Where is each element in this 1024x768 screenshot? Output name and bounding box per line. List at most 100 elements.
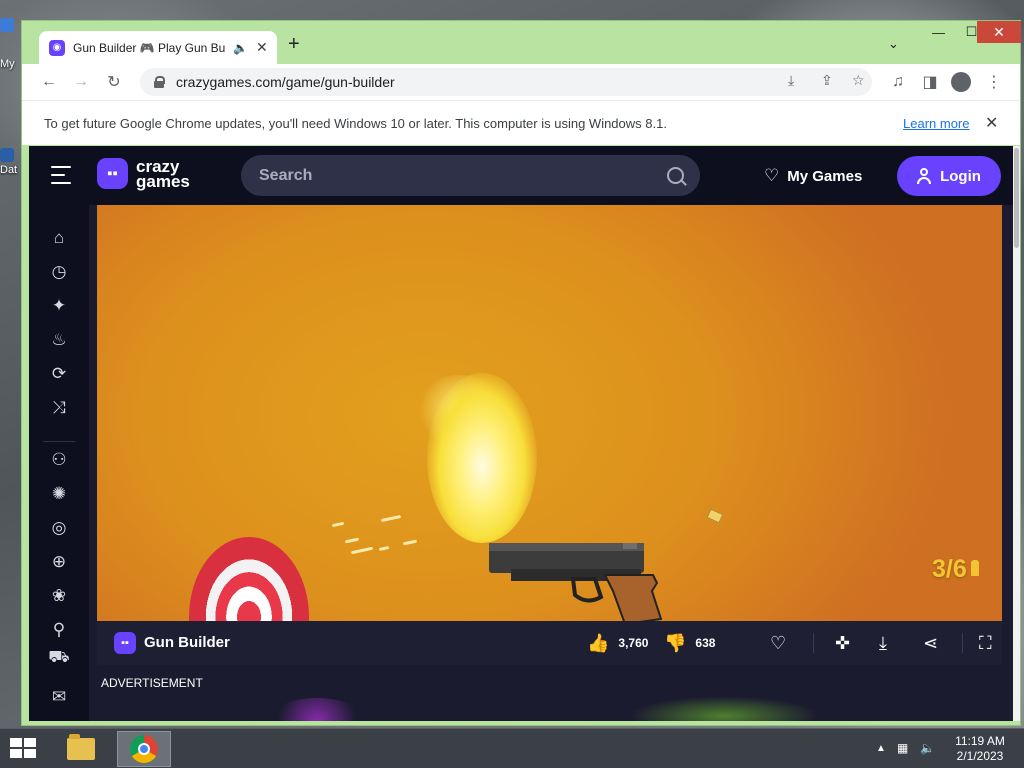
- reload-icon[interactable]: ↻: [103, 71, 125, 93]
- download-button[interactable]: ⤓: [879, 631, 887, 655]
- spark: [402, 539, 418, 546]
- bookmark-star-icon[interactable]: ☆: [852, 72, 865, 89]
- dislike-count: 638: [695, 636, 716, 650]
- game-canvas[interactable]: 3/6: [97, 205, 1002, 621]
- share-button[interactable]: ⋖: [923, 631, 938, 655]
- car-icon[interactable]: ⛟: [48, 651, 70, 665]
- fullscreen-button[interactable]: ⛶: [979, 631, 992, 655]
- sidebar-divider: [43, 441, 75, 442]
- window-minimize-button[interactable]: —: [922, 21, 955, 43]
- page-scrollbar[interactable]: [1013, 146, 1020, 721]
- spark: [331, 521, 345, 528]
- crazygames-logo-icon: ▪▪: [114, 632, 136, 654]
- game-title: Gun Builder: [144, 634, 230, 651]
- multiplayer-icon[interactable]: ⚇: [48, 449, 70, 471]
- thumbs-down-icon: 👎: [664, 632, 687, 653]
- flower-icon[interactable]: ❀: [48, 585, 70, 607]
- file-explorer-taskbar-button[interactable]: [58, 731, 104, 767]
- my-games-label: My Games: [787, 167, 863, 185]
- dislike-button[interactable]: 👎 638: [664, 631, 715, 655]
- browser-tab-active[interactable]: ◉ Gun Builder 🎮 Play Gun Builder on Craz…: [39, 31, 277, 64]
- browser-window: ◉ Gun Builder 🎮 Play Gun Builder on Craz…: [21, 20, 1021, 726]
- taskbar-clock[interactable]: 11:19 AM 2/1/2023: [942, 734, 1018, 764]
- download-icon: ⤓: [879, 632, 887, 653]
- crazygames-favicon-icon: ◉: [49, 39, 65, 56]
- tab-search-chevron-icon[interactable]: ⌄: [888, 36, 899, 52]
- forward-arrow-icon[interactable]: →: [70, 71, 92, 93]
- back-arrow-icon[interactable]: ←: [38, 71, 60, 93]
- folder-icon: [0, 148, 14, 162]
- fire-icon[interactable]: ♨: [48, 329, 70, 351]
- menu-toggle-icon[interactable]: [51, 166, 71, 184]
- ammo-counter: 3/6: [932, 555, 979, 584]
- compass-icon[interactable]: ◎: [48, 517, 70, 539]
- desktop-icon-label: Dat: [0, 164, 18, 176]
- search-icon[interactable]: [667, 167, 684, 184]
- fullscreen-icon: ⛶: [979, 632, 992, 653]
- scrollbar-thumb[interactable]: [1014, 148, 1019, 248]
- network-icon[interactable]: ▦: [897, 741, 908, 755]
- like-count: 3,760: [618, 636, 649, 650]
- bug-icon: ✜: [835, 632, 851, 653]
- like-button[interactable]: 👍 3,760: [587, 631, 648, 655]
- share-icon: ⋖: [923, 632, 939, 653]
- desktop-icon-label: My: [0, 58, 15, 70]
- my-games-button[interactable]: ♡ My Games: [764, 166, 862, 186]
- install-app-icon[interactable]: ⤓: [788, 72, 794, 89]
- site-search-input[interactable]: Search: [241, 155, 700, 196]
- tab-close-icon[interactable]: ✕: [256, 39, 268, 56]
- show-hidden-icons-chevron-icon[interactable]: ▲: [876, 743, 886, 754]
- folder-icon: [67, 734, 95, 760]
- action-icon[interactable]: ✺: [48, 483, 70, 505]
- shooting-target: [189, 537, 309, 621]
- mail-icon[interactable]: ✉: [48, 686, 70, 708]
- game-info-bar: ▪▪ Gun Builder 👍 3,760 👎 638 ♡ ✜ ⤓ ⋖ ⛶: [97, 621, 1002, 665]
- ammo-count-text: 3/6: [932, 555, 967, 583]
- learn-more-link[interactable]: Learn more: [903, 116, 969, 131]
- new-tab-button[interactable]: +: [288, 33, 300, 56]
- home-icon[interactable]: ⌂: [48, 227, 70, 249]
- media-control-icon[interactable]: ♫: [887, 71, 909, 93]
- advertisement-label: ADVERTISEMENT: [101, 676, 203, 690]
- ad-image[interactable]: [629, 696, 819, 721]
- login-label: Login: [940, 167, 981, 185]
- logo-text-games: games: [136, 171, 190, 191]
- spark: [378, 545, 390, 552]
- browser-toolbar: ← → ↻ crazygames.com/game/gun-builder ⤓ …: [22, 64, 1020, 100]
- report-bug-button[interactable]: ✜: [835, 631, 850, 655]
- bicycle-icon[interactable]: ⚲: [48, 619, 70, 641]
- page-content: ▪▪ crazy games Search ♡ My Games Login ⌂: [29, 146, 1013, 721]
- update-info-bar: To get future Google Chrome updates, you…: [22, 100, 1020, 145]
- volume-icon[interactable]: 🔈: [920, 741, 935, 755]
- recent-icon[interactable]: ◷: [48, 261, 70, 283]
- lock-icon[interactable]: [154, 76, 165, 88]
- ad-image[interactable]: [267, 698, 367, 721]
- speaker-icon[interactable]: 🔈: [233, 41, 248, 55]
- chrome-icon: [130, 735, 158, 763]
- windows-taskbar: ▲ ▦ 🔈 11:19 AM 2/1/2023: [0, 728, 1024, 768]
- login-button[interactable]: Login: [897, 156, 1001, 196]
- desktop-icon[interactable]: [0, 18, 22, 34]
- window-close-button[interactable]: ✕: [977, 21, 1021, 43]
- heart-icon: ♡: [764, 166, 780, 185]
- favorite-button[interactable]: ♡: [770, 631, 786, 655]
- address-bar[interactable]: crazygames.com/game/gun-builder ⤓ ⇪ ☆: [140, 68, 872, 96]
- user-icon: [917, 168, 932, 184]
- desktop-icon-data[interactable]: Dat: [0, 148, 22, 176]
- chrome-menu-icon[interactable]: ⋮: [983, 71, 1005, 93]
- crazygames-logo[interactable]: ▪▪ crazy games: [97, 158, 190, 191]
- side-panel-icon[interactable]: ◨: [919, 71, 941, 93]
- spark: [344, 537, 360, 544]
- game-bar-divider: [962, 633, 963, 653]
- info-bar-close-icon[interactable]: ✕: [985, 113, 998, 133]
- shuffle-icon[interactable]: ⤨: [48, 397, 70, 419]
- pistol-icon: [489, 543, 662, 621]
- chrome-taskbar-button[interactable]: [117, 731, 171, 767]
- refresh-icon[interactable]: ⟳: [48, 363, 70, 385]
- desktop-icon-my[interactable]: My: [0, 58, 22, 70]
- share-icon[interactable]: ⇪: [821, 72, 833, 89]
- basketball-icon[interactable]: ⊕: [48, 551, 70, 573]
- sparkle-icon[interactable]: ✦: [48, 295, 70, 317]
- profile-avatar-icon[interactable]: [951, 72, 971, 92]
- start-button-windows-icon[interactable]: [10, 738, 38, 760]
